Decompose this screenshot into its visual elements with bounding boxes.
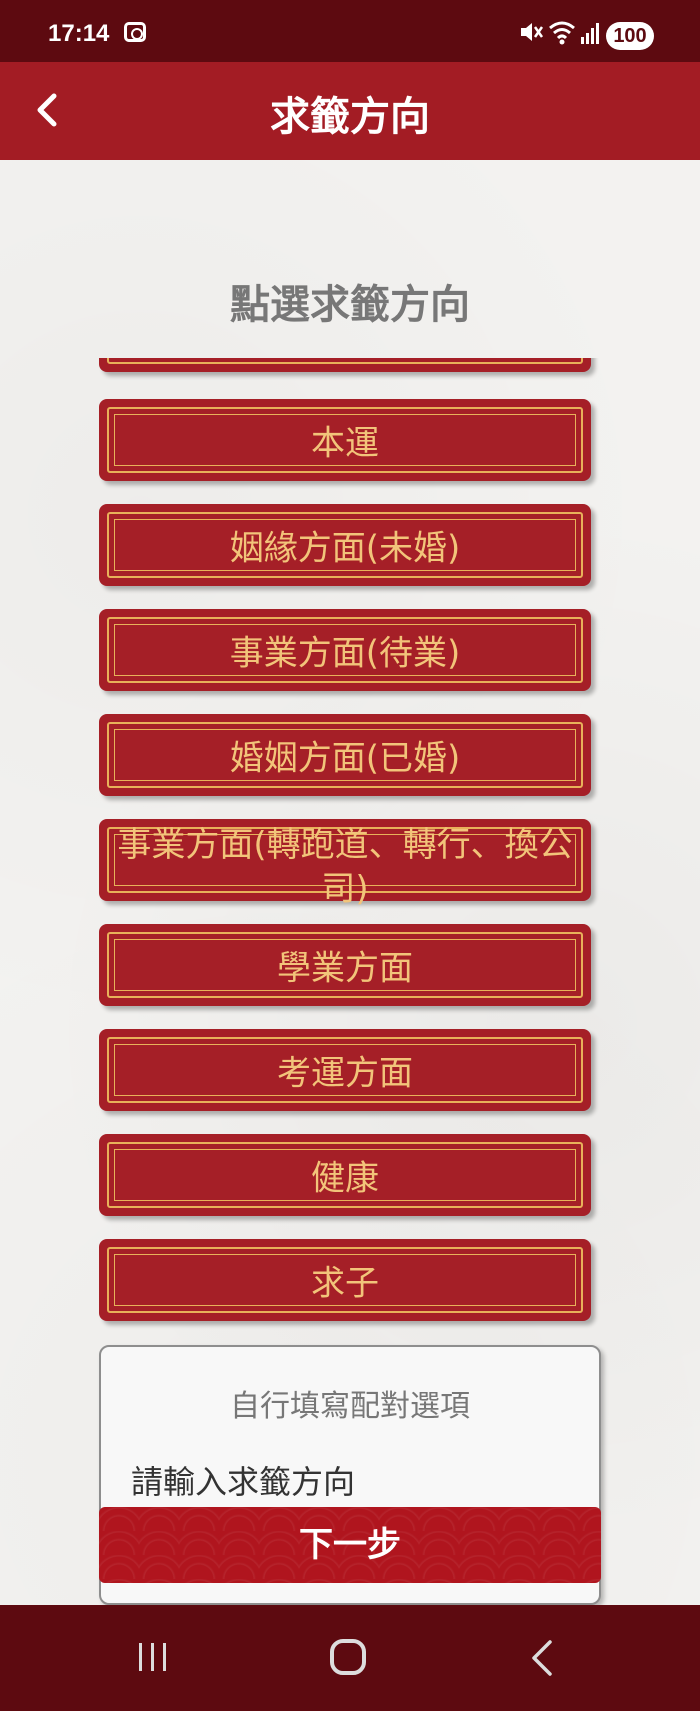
home-icon[interactable] (330, 1639, 366, 1675)
option-button-health[interactable]: 健康 (99, 1134, 591, 1216)
screenshot-icon (124, 22, 146, 42)
section-heading: 點選求籤方向 (230, 282, 470, 328)
nav-back-icon[interactable] (530, 1639, 554, 1677)
option-button-career-change[interactable]: 事業方面(轉跑道、轉行、換公司) (99, 819, 591, 909)
option-button-children[interactable]: 求子 (99, 1239, 591, 1321)
option-button-study[interactable]: 學業方面 (99, 924, 591, 1006)
system-nav-bar (0, 1605, 700, 1711)
option-label: 求子 (311, 1263, 379, 1304)
wifi-icon (549, 21, 575, 45)
option-button[interactable] (99, 358, 591, 372)
mute-icon (521, 23, 544, 41)
battery-indicator: 100 (606, 22, 654, 50)
option-label: 本運 (311, 423, 379, 464)
option-button-marriage-married[interactable]: 婚姻方面(已婚) (99, 714, 591, 796)
option-label: 事業方面(轉跑道、轉行、換公司) (117, 825, 573, 909)
option-label: 事業方面(待業) (229, 633, 461, 674)
signal-icon (581, 23, 599, 44)
option-button-benyun[interactable]: 本運 (99, 399, 591, 481)
direction-input[interactable] (131, 1457, 571, 1507)
custom-option-title: 自行填寫配對選項 (230, 1389, 470, 1424)
option-label: 考運方面 (277, 1053, 413, 1094)
app-header: 求籤方向 (0, 62, 700, 160)
option-frame (107, 358, 583, 364)
option-button-exam[interactable]: 考運方面 (99, 1029, 591, 1111)
option-button-career-unemployed[interactable]: 事業方面(待業) (99, 609, 591, 691)
recents-icon[interactable] (136, 1641, 170, 1673)
option-button-marriage-single[interactable]: 姻緣方面(未婚) (99, 504, 591, 586)
status-time: 17:14 (48, 20, 110, 47)
option-label: 姻緣方面(未婚) (229, 528, 461, 569)
option-label: 健康 (311, 1158, 379, 1199)
option-label: 學業方面 (277, 948, 413, 989)
option-label: 婚姻方面(已婚) (229, 738, 461, 779)
next-step-button[interactable]: 下一步 (99, 1507, 601, 1583)
page-title: 求籤方向 (270, 94, 430, 140)
option-list[interactable]: 本運 姻緣方面(未婚) 事業方面(待業) 婚姻方面(已婚) 事業方面(轉跑道、轉… (90, 358, 610, 1358)
